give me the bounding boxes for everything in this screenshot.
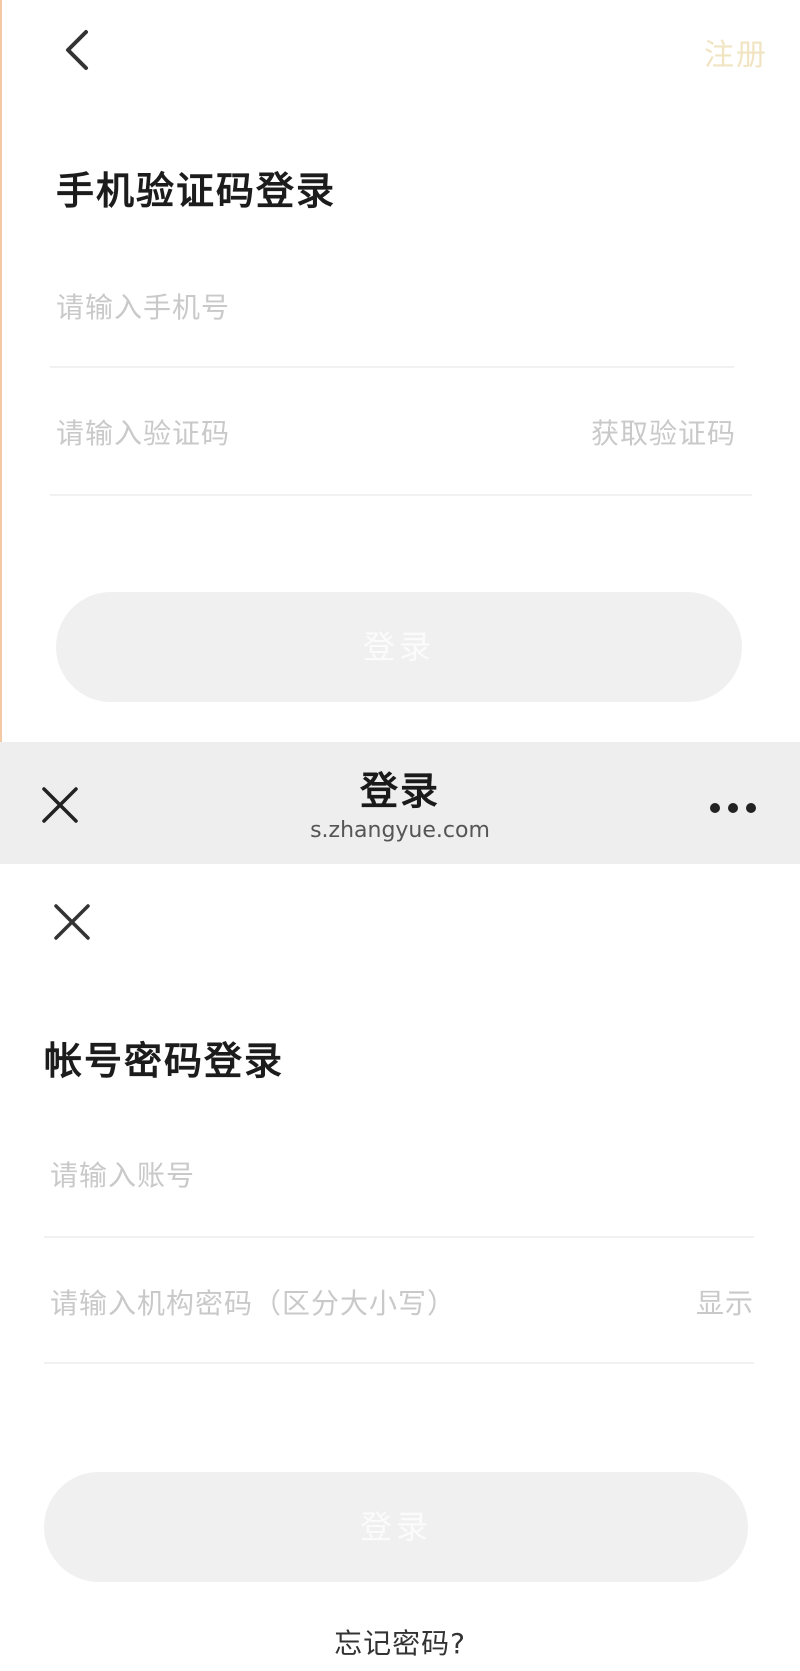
account-login-screen: 帐号密码登录 请输入账号 请输入机构密码（区分大小写） 显示 登录 忘记密码? xyxy=(0,864,800,1671)
account-field[interactable]: 请输入账号 xyxy=(44,1114,754,1238)
more-dots-icon[interactable] xyxy=(708,800,758,814)
page-title: 帐号密码登录 xyxy=(44,1039,285,1083)
close-icon[interactable] xyxy=(52,902,92,942)
register-link[interactable]: 注册 xyxy=(704,30,768,74)
page-title: 手机验证码登录 xyxy=(56,169,337,213)
verification-code-placeholder: 请输入验证码 xyxy=(56,417,231,450)
password-placeholder: 请输入机构密码（区分大小写） xyxy=(50,1287,457,1320)
webview-title: 登录 xyxy=(359,769,440,813)
account-login-button[interactable]: 登录 xyxy=(44,1472,748,1582)
show-password-toggle[interactable]: 显示 xyxy=(696,1282,754,1322)
webview-url: s.zhangyue.com xyxy=(310,818,490,843)
phone-login-screen: 注册 手机验证码登录 请输入手机号 请输入验证码 获取验证码 登录 xyxy=(0,0,800,742)
get-code-button[interactable]: 获取验证码 xyxy=(591,412,736,452)
forgot-password-link[interactable]: 忘记密码? xyxy=(0,1622,800,1662)
verification-code-field[interactable]: 请输入验证码 获取验证码 xyxy=(50,372,752,496)
webview-title-bar: 登录 s.zhangyue.com xyxy=(0,742,800,864)
back-chevron-icon[interactable] xyxy=(58,28,98,72)
phone-login-button[interactable]: 登录 xyxy=(56,592,742,702)
phone-number-placeholder: 请输入手机号 xyxy=(56,291,231,324)
phone-number-field[interactable]: 请输入手机号 xyxy=(50,244,734,368)
account-placeholder: 请输入账号 xyxy=(50,1159,196,1192)
password-field[interactable]: 请输入机构密码（区分大小写） 显示 xyxy=(44,1240,754,1364)
